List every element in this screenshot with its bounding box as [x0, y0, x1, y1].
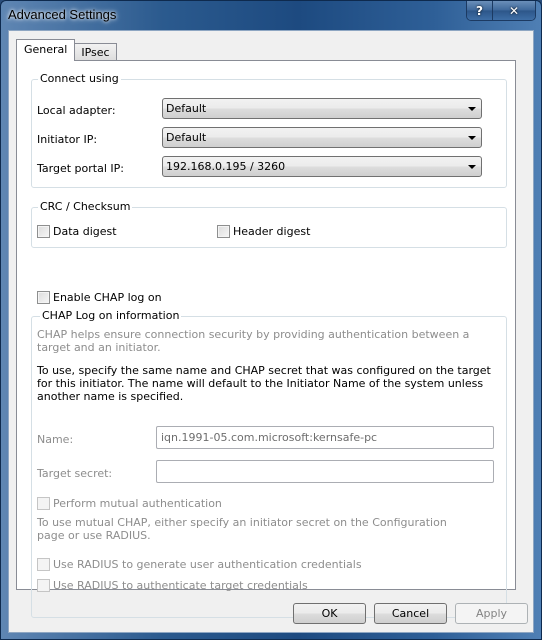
mutual-auth-label: Perform mutual authentication: [53, 497, 222, 510]
radius-generate-checkbox[interactable]: Use RADIUS to generate user authenticati…: [37, 558, 362, 571]
chevron-down-icon: [468, 165, 476, 169]
tab-ipsec[interactable]: IPsec: [74, 43, 117, 61]
advanced-settings-dialog: Advanced Settings ? ✕ General IPsec Conn…: [0, 0, 542, 640]
header-digest-label: Header digest: [233, 225, 311, 238]
cancel-button[interactable]: Cancel: [374, 603, 447, 624]
name-label: Name:: [37, 433, 74, 446]
data-digest-label: Data digest: [53, 225, 117, 238]
chap-logon-group: CHAP Log on information CHAP helps ensur…: [31, 309, 507, 618]
checkbox-icon: [37, 558, 50, 571]
enable-chap-label: Enable CHAP log on: [53, 291, 162, 304]
target-portal-ip-value: 192.168.0.195 / 3260: [166, 160, 286, 173]
chap-logon-legend: CHAP Log on information: [40, 309, 182, 322]
initiator-ip-label: Initiator IP:: [37, 133, 98, 146]
close-icon: ✕: [508, 3, 520, 18]
target-secret-label: Target secret:: [37, 467, 113, 480]
chap-instructions: To use, specify the same name and CHAP s…: [37, 364, 491, 403]
initiator-ip-dropdown[interactable]: Default: [162, 127, 482, 148]
checkbox-icon: [37, 291, 50, 304]
initiator-ip-value: Default: [166, 131, 207, 144]
tab-general[interactable]: General: [16, 39, 76, 61]
help-button[interactable]: ?: [467, 1, 493, 20]
header-digest-checkbox[interactable]: Header digest: [217, 225, 310, 238]
enable-chap-checkbox[interactable]: Enable CHAP log on: [37, 291, 162, 304]
dialog-client-area: General IPsec Connect using Local adapte…: [8, 30, 534, 633]
crc-checksum-legend: CRC / Checksum: [38, 200, 133, 213]
crc-checksum-group: CRC / Checksum Data digest Header digest: [31, 200, 507, 248]
chap-description: CHAP helps ensure connection security by…: [37, 328, 470, 354]
local-adapter-value: Default: [166, 102, 207, 115]
title-bar[interactable]: Advanced Settings ? ✕: [1, 1, 541, 30]
close-button[interactable]: ✕: [493, 1, 535, 20]
chevron-down-icon: [468, 107, 476, 111]
mutual-chap-note: To use mutual CHAP, either specify an in…: [37, 516, 447, 542]
target-portal-ip-label: Target portal IP:: [37, 162, 124, 175]
radius-authenticate-label: Use RADIUS to authenticate target creden…: [53, 579, 308, 592]
radius-generate-label: Use RADIUS to generate user authenticati…: [53, 558, 362, 571]
help-icon: ?: [476, 3, 483, 18]
local-adapter-label: Local adapter:: [37, 104, 116, 117]
mutual-auth-checkbox[interactable]: Perform mutual authentication: [37, 497, 222, 510]
checkbox-icon: [37, 225, 50, 238]
connect-using-legend: Connect using: [38, 72, 121, 85]
name-value: iqn.1991-05.com.microsoft:kernsafe-pc: [161, 431, 378, 444]
general-tab-panel: Connect using Local adapter: Default Ini…: [16, 60, 516, 618]
radius-authenticate-checkbox[interactable]: Use RADIUS to authenticate target creden…: [37, 579, 308, 592]
checkbox-icon: [217, 225, 230, 238]
target-secret-input[interactable]: [156, 460, 494, 483]
window-title: Advanced Settings: [8, 7, 117, 22]
local-adapter-dropdown[interactable]: Default: [162, 98, 482, 119]
tab-strip: General IPsec: [16, 39, 117, 61]
caption-buttons: ? ✕: [466, 1, 536, 21]
ok-button[interactable]: OK: [293, 603, 366, 624]
apply-button[interactable]: Apply: [455, 603, 528, 624]
chevron-down-icon: [468, 136, 476, 140]
checkbox-icon: [37, 497, 50, 510]
checkbox-icon: [37, 579, 50, 592]
data-digest-checkbox[interactable]: Data digest: [37, 225, 117, 238]
connect-using-group: Connect using Local adapter: Default Ini…: [31, 72, 507, 188]
target-portal-ip-dropdown[interactable]: 192.168.0.195 / 3260: [162, 156, 482, 177]
name-input[interactable]: iqn.1991-05.com.microsoft:kernsafe-pc: [156, 426, 494, 449]
